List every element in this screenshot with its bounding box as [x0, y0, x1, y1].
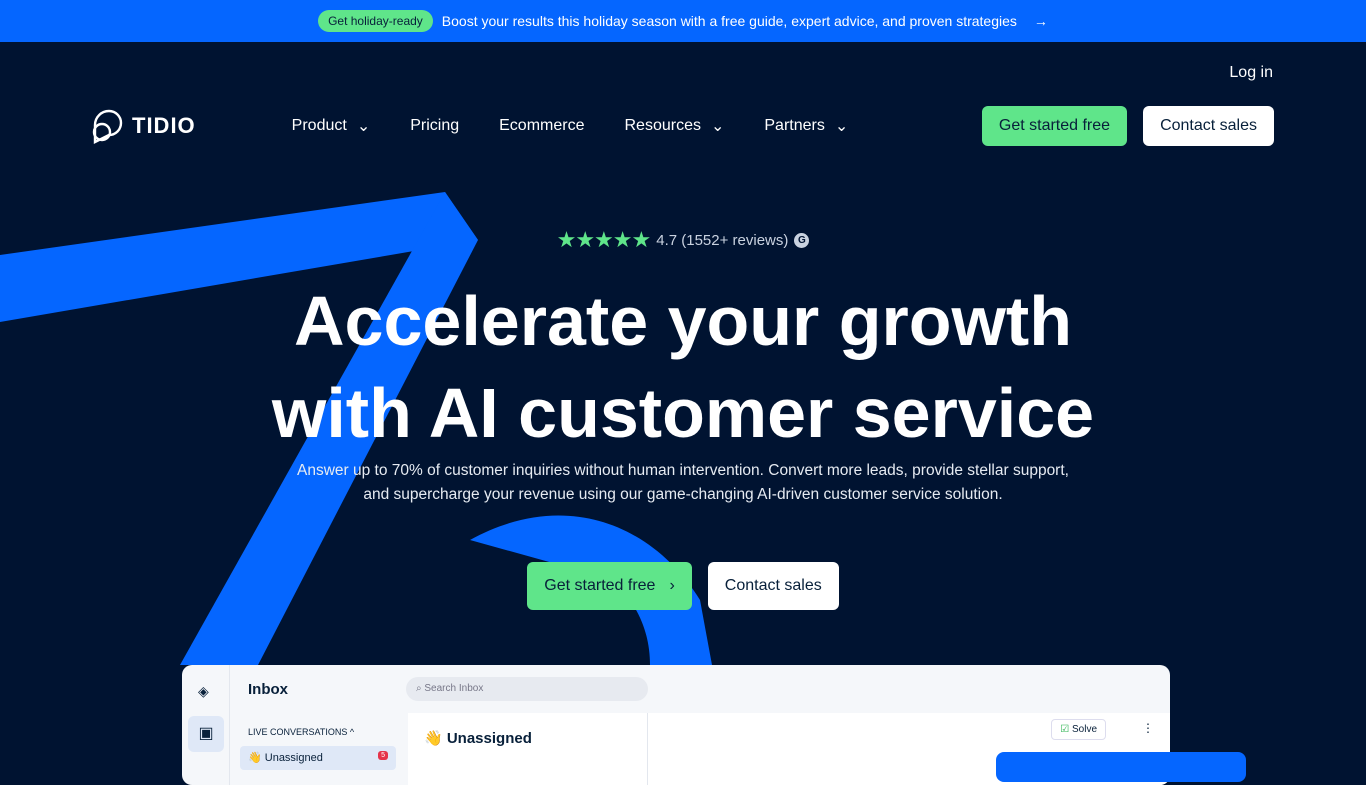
nav-pricing[interactable]: Pricing [410, 116, 459, 136]
nav-resources[interactable]: Resources ⌄ [624, 116, 724, 136]
hero-contact-sales-button[interactable]: Contact sales [707, 562, 839, 610]
rating-text: 4.7 (1552+ reviews) [656, 231, 789, 249]
logo-text: TIDIO [132, 113, 196, 138]
hero-get-started-button[interactable]: Get started free › [527, 562, 692, 610]
get-started-button[interactable]: Get started free [981, 106, 1128, 146]
hero-title: Accelerate your growth with AI customer s… [271, 282, 1095, 452]
solve-button[interactable]: ☑ Solve [1051, 719, 1106, 740]
hero-subtitle: Answer up to 70% of customer inquiries w… [297, 462, 1069, 503]
search-input[interactable]: ⌕ Search Inbox [406, 677, 648, 701]
logo[interactable]: TIDIO [92, 108, 196, 144]
inbox-title: Inbox [248, 681, 288, 698]
unassigned-item[interactable]: 👋 Unassigned 5 [240, 746, 396, 770]
panel-title: 👋 Unassigned [424, 730, 532, 747]
nav-partners[interactable]: Partners ⌄ [764, 116, 848, 136]
chevron-down-icon: ⌄ [834, 118, 849, 135]
chevron-down-icon: ⌄ [356, 118, 371, 135]
live-conversations-header[interactable]: LIVE CONVERSATIONS ^ [248, 727, 354, 737]
nav-ecommerce[interactable]: Ecommerce [499, 116, 584, 136]
more-icon[interactable]: ⋮ [1142, 721, 1154, 735]
app-sidebar: ◈ ▣ [182, 665, 230, 785]
chevron-right-icon: › [669, 577, 675, 594]
star-rating-icon: ★★★★★ [556, 227, 652, 252]
unread-badge: 5 [378, 751, 388, 760]
chevron-down-icon: ⌄ [710, 118, 725, 135]
tidio-icon: ◈ [198, 683, 209, 699]
rating: ★★★★★ 4.7 (1552+ reviews) G [0, 227, 1366, 253]
contact-sales-button[interactable]: Contact sales [1143, 106, 1274, 146]
main-nav: TIDIO Product ⌄ Pricing Ecommerce Resourc… [92, 106, 1274, 146]
inbox-icon: ▣ [188, 716, 224, 752]
chat-widget[interactable] [996, 752, 1246, 782]
g2-icon: G [794, 232, 810, 248]
nav-product[interactable]: Product ⌄ [292, 116, 371, 136]
login-link[interactable]: Log in [1229, 64, 1273, 82]
conversation-list: 👋 Unassigned [408, 713, 648, 785]
tidio-logo-icon [92, 109, 123, 144]
